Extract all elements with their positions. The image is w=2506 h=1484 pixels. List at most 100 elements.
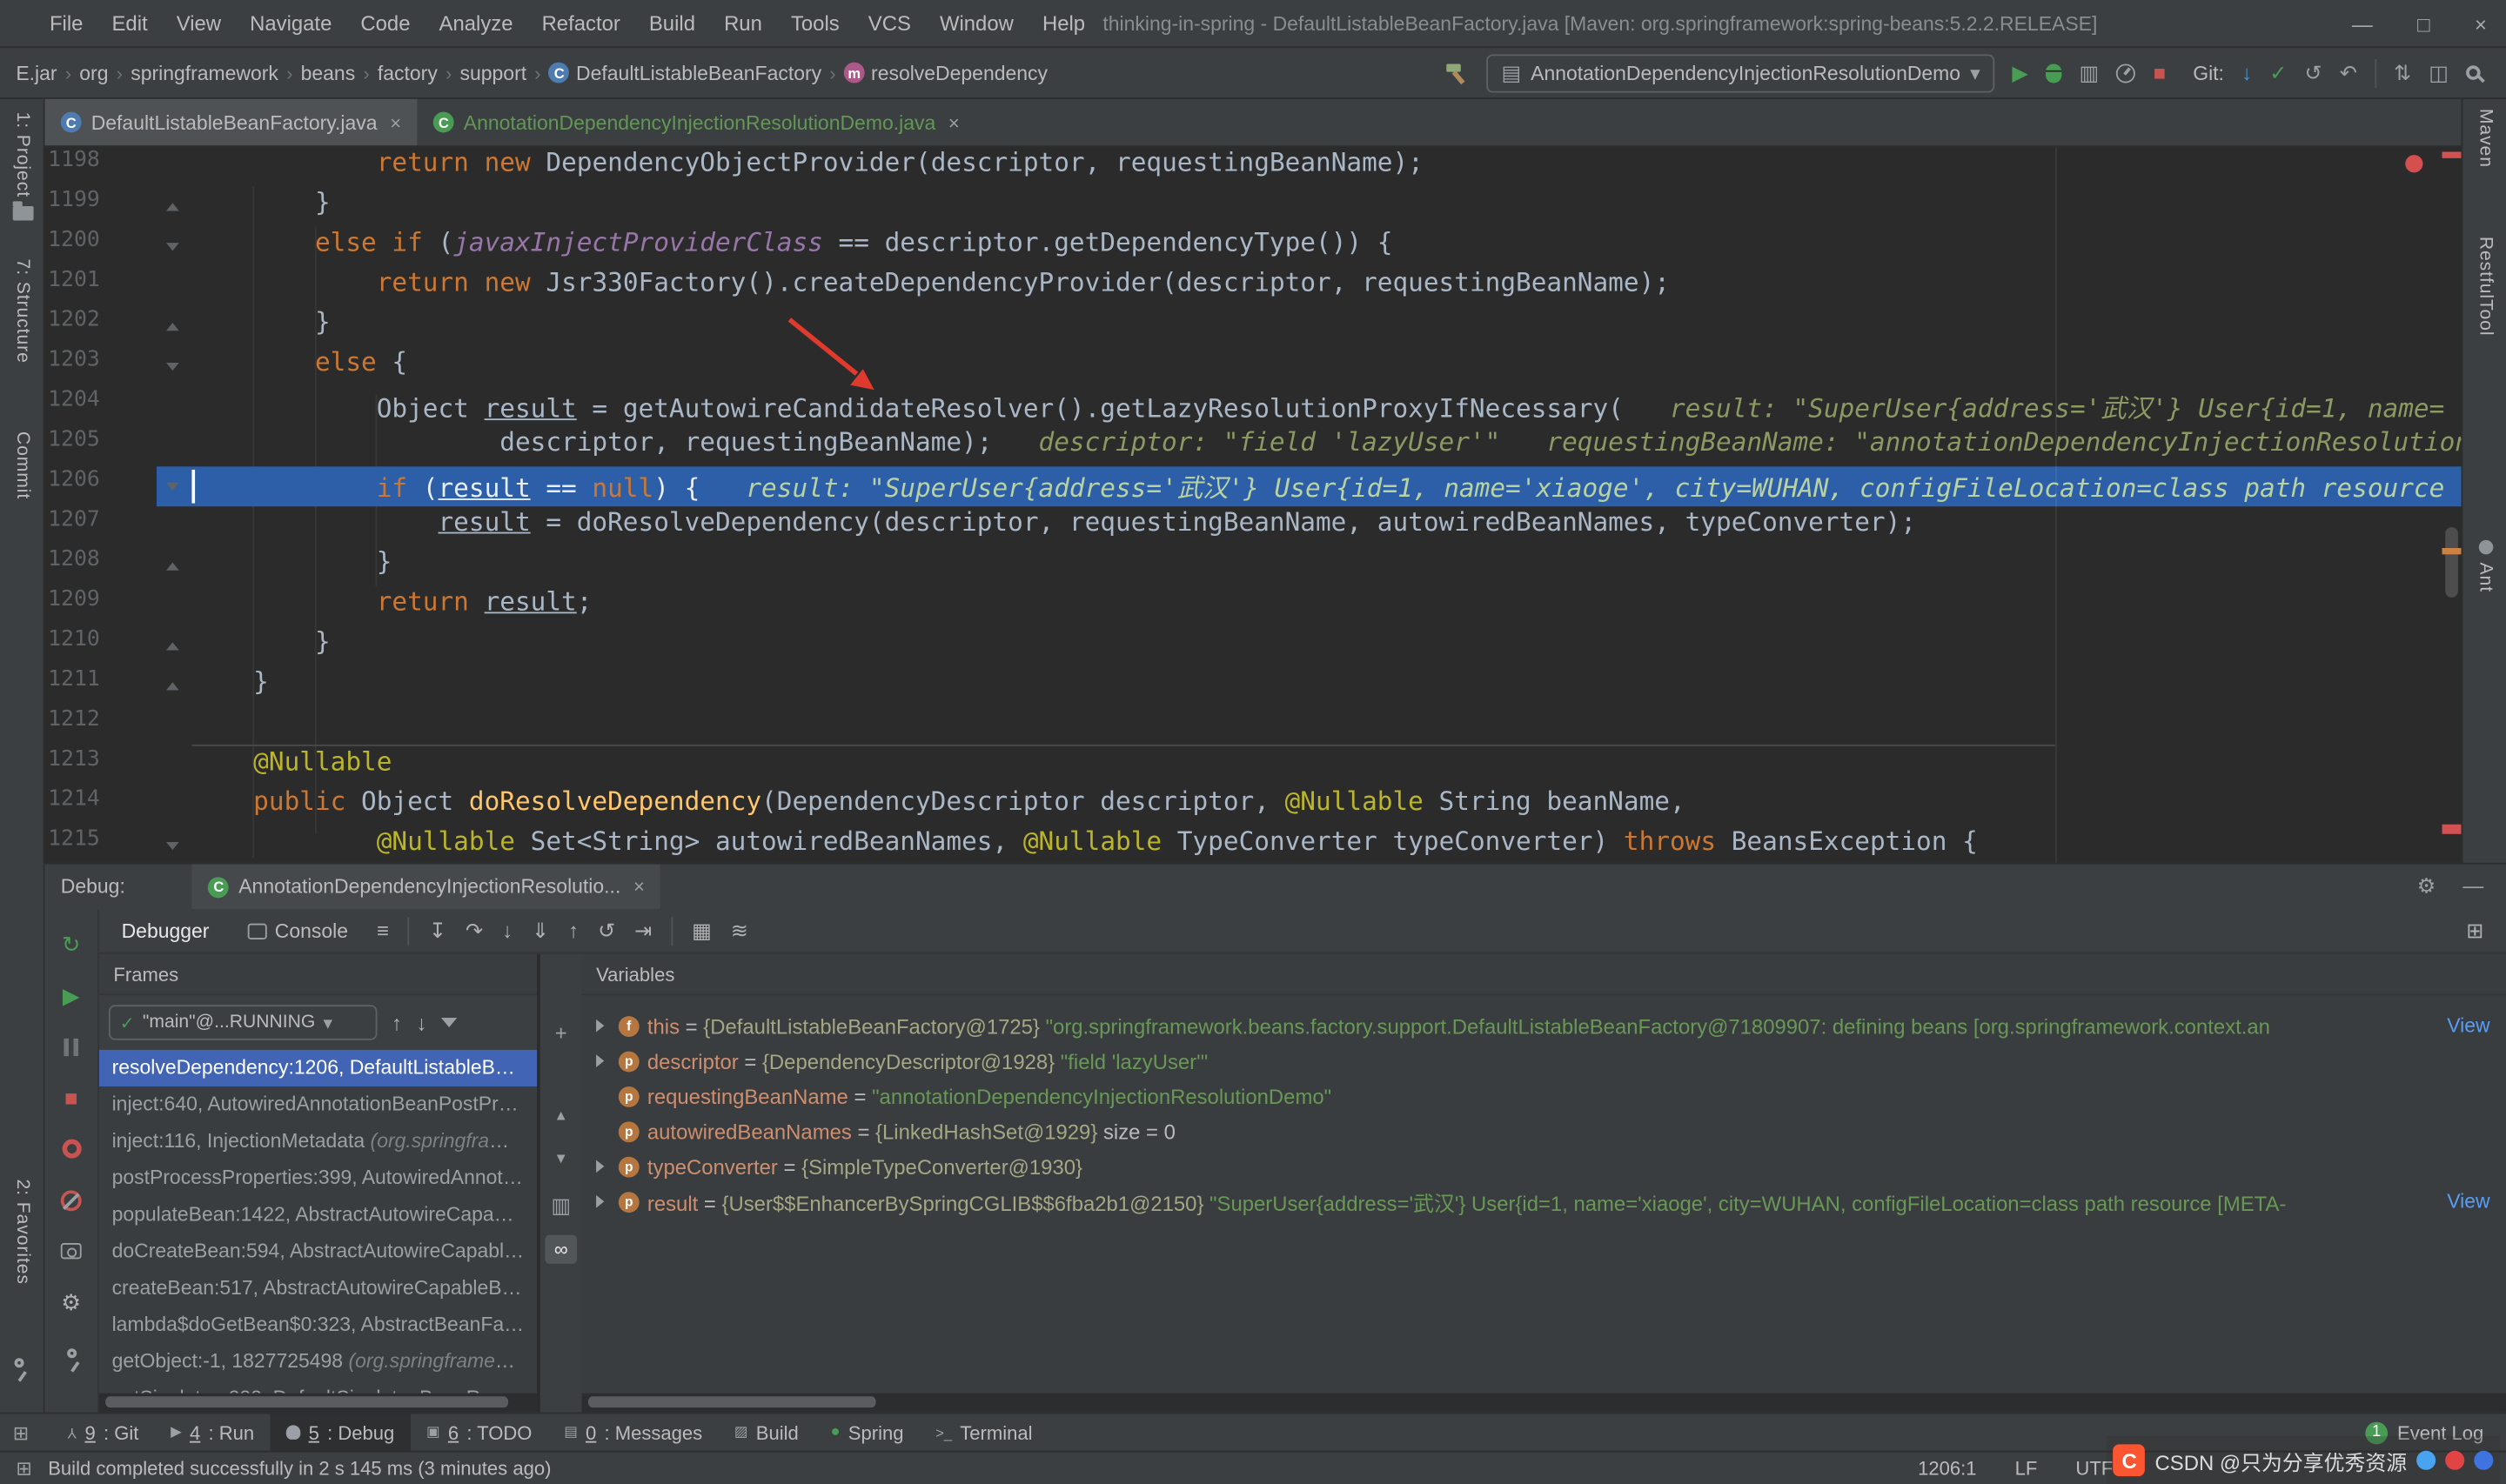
remote-icon[interactable]: ⇅ — [2394, 60, 2411, 85]
expand-arrow-icon[interactable] — [596, 1054, 605, 1067]
line-number[interactable]: 1203 — [48, 347, 100, 372]
evaluate-expression-icon[interactable]: ▦ — [692, 918, 712, 943]
variable-row-requestingBeanName[interactable]: p requestingBeanName = "annotationDepende… — [582, 1079, 2506, 1113]
code-line-1202[interactable]: } — [191, 307, 2461, 347]
pause-icon[interactable] — [64, 1033, 78, 1059]
fold-close-icon[interactable] — [166, 203, 179, 211]
threads-view-icon[interactable]: ≋ — [731, 918, 748, 943]
fold-open-icon[interactable] — [166, 841, 179, 851]
line-number[interactable]: 1211 — [48, 666, 100, 692]
pin-icon[interactable] — [66, 1340, 77, 1366]
force-step-into-icon[interactable]: ⇓ — [532, 918, 549, 943]
toolwindow-stripe-button[interactable]: 1: Project — [0, 112, 44, 220]
fold-close-icon[interactable] — [166, 682, 179, 691]
menu-view[interactable]: View — [162, 11, 235, 36]
error-stripe-mark[interactable] — [2442, 824, 2462, 834]
code-line-1212[interactable] — [191, 706, 2461, 746]
thread-dump-icon[interactable] — [60, 1238, 82, 1263]
line-number[interactable]: 1215 — [48, 826, 100, 852]
menu-window[interactable]: Window — [925, 11, 1028, 36]
toolwindow-stripe-button[interactable]: Ant — [2462, 539, 2506, 592]
debug-button[interactable] — [2045, 63, 2062, 83]
code-line-1198[interactable]: return new DependencyObjectProvider(desc… — [191, 147, 2461, 187]
close-icon[interactable]: × — [2475, 12, 2487, 37]
toolwindow-stripe-button[interactable]: Commit — [0, 431, 44, 499]
line-number[interactable]: 1213 — [48, 746, 100, 772]
variable-row-descriptor[interactable]: p descriptor = {DependencyDescriptor@1928… — [582, 1043, 2506, 1078]
line-number[interactable]: 1204 — [48, 386, 100, 411]
resume-icon[interactable]: ▶ — [63, 983, 80, 1008]
variable-row-typeConverter[interactable]: p typeConverter = {SimpleTypeConverter@19… — [582, 1149, 2506, 1184]
breadcrumb-item[interactable]: springframework — [128, 62, 282, 84]
line-number[interactable]: 1199 — [48, 187, 100, 212]
stop-button[interactable]: ■ — [2154, 61, 2166, 85]
frame-row[interactable]: populateBean:1422, AbstractAutowireCapab… — [99, 1197, 538, 1233]
toolwindow-button-spring[interactable]: ● Spring — [814, 1414, 920, 1452]
mute-breakpoints-icon[interactable] — [60, 1187, 82, 1213]
view-link[interactable]: View — [2447, 1190, 2489, 1213]
line-ending-widget[interactable]: LF — [2015, 1457, 2038, 1480]
code-line-1207[interactable]: result = doResolveDependency(descriptor,… — [191, 506, 2461, 546]
breadcrumb-item[interactable]: beans — [298, 62, 358, 84]
frame-row[interactable]: postProcessProperties:399, AutowiredAnno… — [99, 1160, 538, 1196]
breadcrumb-item[interactable]: C DefaultListableBeanFactory — [546, 62, 825, 84]
line-number[interactable]: 1210 — [48, 626, 100, 652]
status-window-icon[interactable]: ⊞ — [16, 1457, 31, 1480]
frame-row[interactable]: getSingleton:222, DefaultSingletonBeanRe… — [99, 1380, 538, 1393]
warning-stripe-mark[interactable] — [2442, 547, 2462, 555]
previous-frame-icon[interactable]: ↑ — [392, 1011, 402, 1035]
hide-panel-icon[interactable]: — — [2462, 874, 2483, 899]
inspections-widget-icon[interactable] — [2405, 155, 2423, 173]
fold-close-icon[interactable] — [166, 323, 179, 331]
build-icon[interactable] — [1445, 61, 1470, 85]
step-out-icon[interactable]: ↑ — [568, 919, 579, 943]
variable-row-autowiredBeanNames[interactable]: p autowiredBeanNames = {LinkedHashSet@192… — [582, 1113, 2506, 1148]
menu-code[interactable]: Code — [346, 11, 425, 36]
scroll-up-icon[interactable]: ▲ — [540, 1107, 582, 1123]
search-icon[interactable] — [2466, 65, 2481, 80]
git-commit-icon[interactable]: ✓ — [2269, 60, 2287, 85]
menu-navigate[interactable]: Navigate — [236, 11, 346, 36]
toolwindow-button-git[interactable]: Y9: Git — [51, 1414, 155, 1452]
line-number[interactable]: 1214 — [48, 786, 100, 812]
layout-icon[interactable]: ◫ — [2429, 60, 2449, 85]
menu-refactor[interactable]: Refactor — [527, 11, 634, 36]
code-editor[interactable]: 1198 1199 1200 1201 1202 1203 1204 1205 1206 1207… — [44, 146, 2462, 863]
copy-icon[interactable]: ▥ — [540, 1193, 582, 1219]
view-breakpoints-icon[interactable] — [61, 1136, 81, 1161]
add-watch-icon[interactable]: + — [540, 1021, 582, 1046]
frame-row[interactable]: createBean:517, AbstractAutowireCapableB… — [99, 1270, 538, 1307]
breadcrumb-item[interactable]: org — [77, 62, 112, 84]
toolwindow-quick-access-icon[interactable]: ⊞ — [13, 1421, 29, 1444]
code-line-1205[interactable]: descriptor, requestingBeanName); descrip… — [191, 426, 2461, 466]
toolwindow-stripe-button[interactable]: Maven — [2462, 109, 2506, 168]
coverage-button[interactable]: ▥ — [2080, 60, 2100, 85]
close-tab-icon[interactable]: × — [948, 111, 960, 134]
line-number[interactable]: 1201 — [48, 267, 100, 292]
menu-edit[interactable]: Edit — [97, 11, 162, 36]
fold-close-icon[interactable] — [166, 562, 179, 571]
show-execution-point-icon[interactable]: ↧ — [429, 918, 446, 943]
variables-scrollbar[interactable] — [581, 1393, 2506, 1413]
line-number[interactable]: 1209 — [48, 586, 100, 612]
variable-row-result[interactable]: p result = {User$$EnhancerBySpringCGLIB$$… — [582, 1184, 2506, 1219]
stop-icon[interactable]: ■ — [64, 1085, 78, 1110]
rerun-icon[interactable]: ↻ — [62, 932, 81, 957]
drop-frame-icon[interactable]: ↺ — [598, 918, 615, 943]
menu-build[interactable]: Build — [634, 11, 709, 36]
profiler-button[interactable] — [2116, 63, 2136, 83]
menu-help[interactable]: Help — [1028, 11, 1099, 36]
maximize-icon[interactable]: □ — [2417, 12, 2429, 37]
caret-position-widget[interactable]: 1206:1 — [1918, 1457, 1976, 1480]
frame-row[interactable]: doCreateBean:594, AbstractAutowireCapabl… — [99, 1233, 538, 1270]
scroll-down-icon[interactable]: ▼ — [540, 1150, 582, 1166]
tab-defaultlistablebeanfactory[interactable]: C DefaultListableBeanFactory.java × — [44, 98, 418, 146]
code-line-1213[interactable]: @Nullable — [191, 746, 2461, 786]
breadcrumb-item[interactable]: factory — [374, 62, 440, 84]
code-line-1209[interactable]: return result; — [191, 586, 2461, 626]
filter-icon[interactable] — [440, 1017, 458, 1028]
code-line-1215[interactable]: @Nullable Set<String> autowiredBeanNames… — [191, 826, 2461, 863]
git-history-icon[interactable]: ↺ — [2305, 60, 2322, 85]
frame-row[interactable]: inject:640, AutowiredAnnotationBeanPostP… — [99, 1086, 538, 1123]
code-line-1201[interactable]: return new Jsr330Factory().createDepende… — [191, 267, 2461, 307]
